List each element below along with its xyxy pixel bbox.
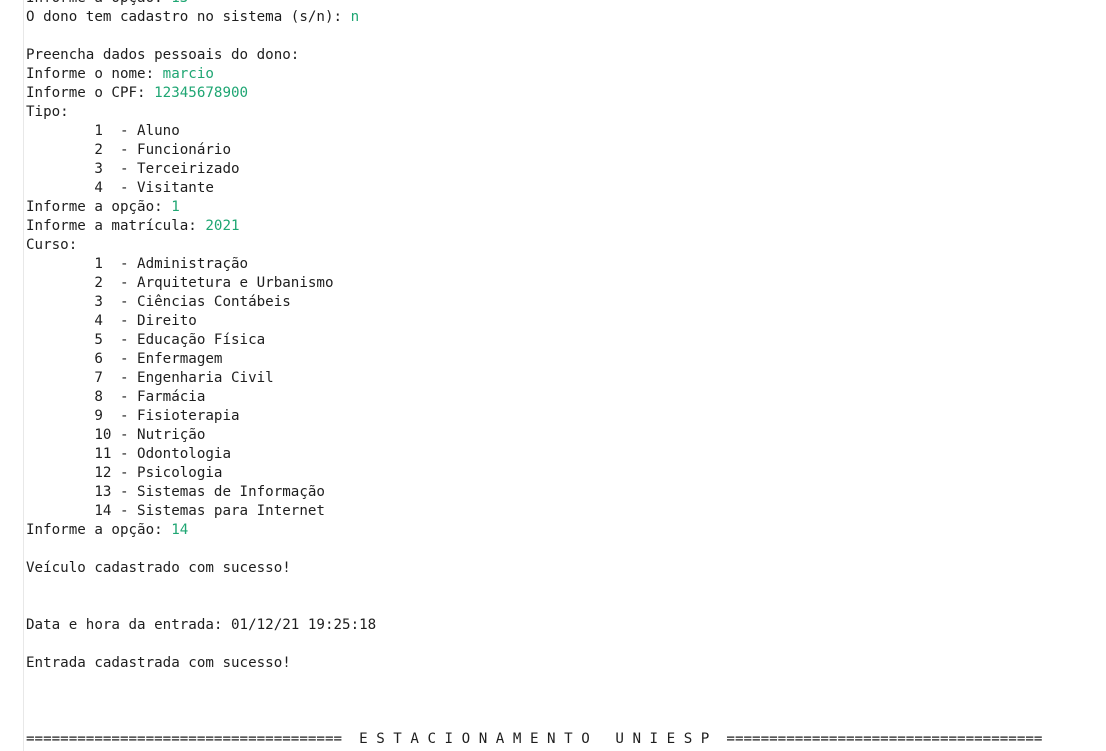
console-line: Entrada cadastrada com sucesso!: [26, 654, 1042, 673]
console-line-text: Tipo:: [26, 104, 69, 120]
console-line-text: Entrada cadastrada com sucesso!: [26, 655, 291, 671]
console-line-text: Informe o CPF:: [26, 85, 155, 101]
console-line: 11 - Odontologia: [26, 445, 1042, 464]
console-text: Informe a opção: 13O dono tem cadastro n…: [26, 0, 1042, 749]
console-line: 14 - Sistemas para Internet: [26, 502, 1042, 521]
console-line: 1 - Administração: [26, 255, 1042, 274]
console-line: Veículo cadastrado com sucesso!: [26, 559, 1042, 578]
console-line: 2 - Funcionário: [26, 141, 1042, 160]
console-line-text: 13 - Sistemas de Informação: [26, 484, 325, 500]
console-line: 10 - Nutrição: [26, 426, 1042, 445]
console-line: 3 - Terceirizado: [26, 160, 1042, 179]
console-line-text: 4 - Visitante: [26, 180, 214, 196]
console-gutter: [23, 0, 24, 751]
console-line-text: O dono tem cadastro no sistema (s/n):: [26, 9, 351, 25]
console-line-text: 2 - Funcionário: [26, 142, 231, 158]
console-line-text: 10 - Nutrição: [26, 427, 206, 443]
console-user-input: n: [350, 9, 360, 25]
console-line-text: 5 - Educação Física: [26, 332, 266, 348]
console-line-text: 7 - Engenharia Civil: [26, 370, 274, 386]
console-user-input: marcio: [162, 66, 214, 82]
console-line: 13 - Sistemas de Informação: [26, 483, 1042, 502]
console-line-text: Data e hora da entrada: 01/12/21 19:25:1…: [26, 617, 377, 633]
console-user-input: 13: [171, 0, 188, 6]
console-line-text: 14 - Sistemas para Internet: [26, 503, 325, 519]
console-line-text: 2 - Arquitetura e Urbanismo: [26, 275, 334, 291]
console-line-text: ===================================== E …: [26, 731, 1043, 747]
console-line-text: Informe a opção:: [26, 0, 171, 6]
console-line-text: Curso:: [26, 237, 78, 253]
console-line-text: Informe o nome:: [26, 66, 163, 82]
console-line: 8 - Farmácia: [26, 388, 1042, 407]
console-line: Informe a opção: 1: [26, 198, 1042, 217]
console-line: Informe a opção: 13: [26, 0, 1042, 8]
console-line-text: 1 - Aluno: [26, 123, 180, 139]
console-line-text: Informe a matrícula:: [26, 218, 206, 234]
console-line: O dono tem cadastro no sistema (s/n): n: [26, 8, 1042, 27]
console-line: Informe a matrícula: 2021: [26, 217, 1042, 236]
console-line-text: 6 - Enfermagem: [26, 351, 223, 367]
console-line-text: 3 - Ciências Contábeis: [26, 294, 291, 310]
console-line: 5 - Educação Física: [26, 331, 1042, 350]
console-line: ===================================== E …: [26, 730, 1042, 749]
console-line-text: 3 - Terceirizado: [26, 161, 240, 177]
console-line-text: 12 - Psicologia: [26, 465, 223, 481]
console-line-text: 1 - Administração: [26, 256, 249, 272]
console-line-text: Informe a opção:: [26, 199, 172, 215]
console-line: Data e hora da entrada: 01/12/21 19:25:1…: [26, 616, 1042, 635]
console-line: 7 - Engenharia Civil: [26, 369, 1042, 388]
console-user-input: 12345678900: [154, 85, 249, 101]
console-line: Preencha dados pessoais do dono:: [26, 46, 1042, 65]
console-line: Tipo:: [26, 103, 1042, 122]
console-line: Informe o nome: marcio: [26, 65, 1042, 84]
console-user-input: 1: [171, 199, 180, 215]
console-line: Curso:: [26, 236, 1042, 255]
console-line: 3 - Ciências Contábeis: [26, 293, 1042, 312]
console-line-text: 8 - Farmácia: [26, 389, 206, 405]
console-line: 9 - Fisioterapia: [26, 407, 1042, 426]
console-line-text: 9 - Fisioterapia: [26, 408, 240, 424]
console-line-text: 4 - Direito: [26, 313, 197, 329]
console-line: 4 - Direito: [26, 312, 1042, 331]
console-line-text: 11 - Odontologia: [26, 446, 231, 462]
console-line: 2 - Arquitetura e Urbanismo: [26, 274, 1042, 293]
console-line: 12 - Psicologia: [26, 464, 1042, 483]
console-line-text: Informe a opção:: [26, 522, 172, 538]
console-line: 4 - Visitante: [26, 179, 1042, 198]
console-user-input: 14: [171, 522, 189, 538]
console-line: 1 - Aluno: [26, 122, 1042, 141]
console-line: Informe o CPF: 12345678900: [26, 84, 1042, 103]
console-user-input: 2021: [205, 218, 240, 234]
console-line-text: Veículo cadastrado com sucesso!: [26, 560, 291, 576]
console-output-panel[interactable]: Informe a opção: 13O dono tem cadastro n…: [0, 0, 1106, 751]
console-line-text: Preencha dados pessoais do dono:: [26, 47, 300, 63]
console-line: Informe a opção: 14: [26, 521, 1042, 540]
console-line: 6 - Enfermagem: [26, 350, 1042, 369]
